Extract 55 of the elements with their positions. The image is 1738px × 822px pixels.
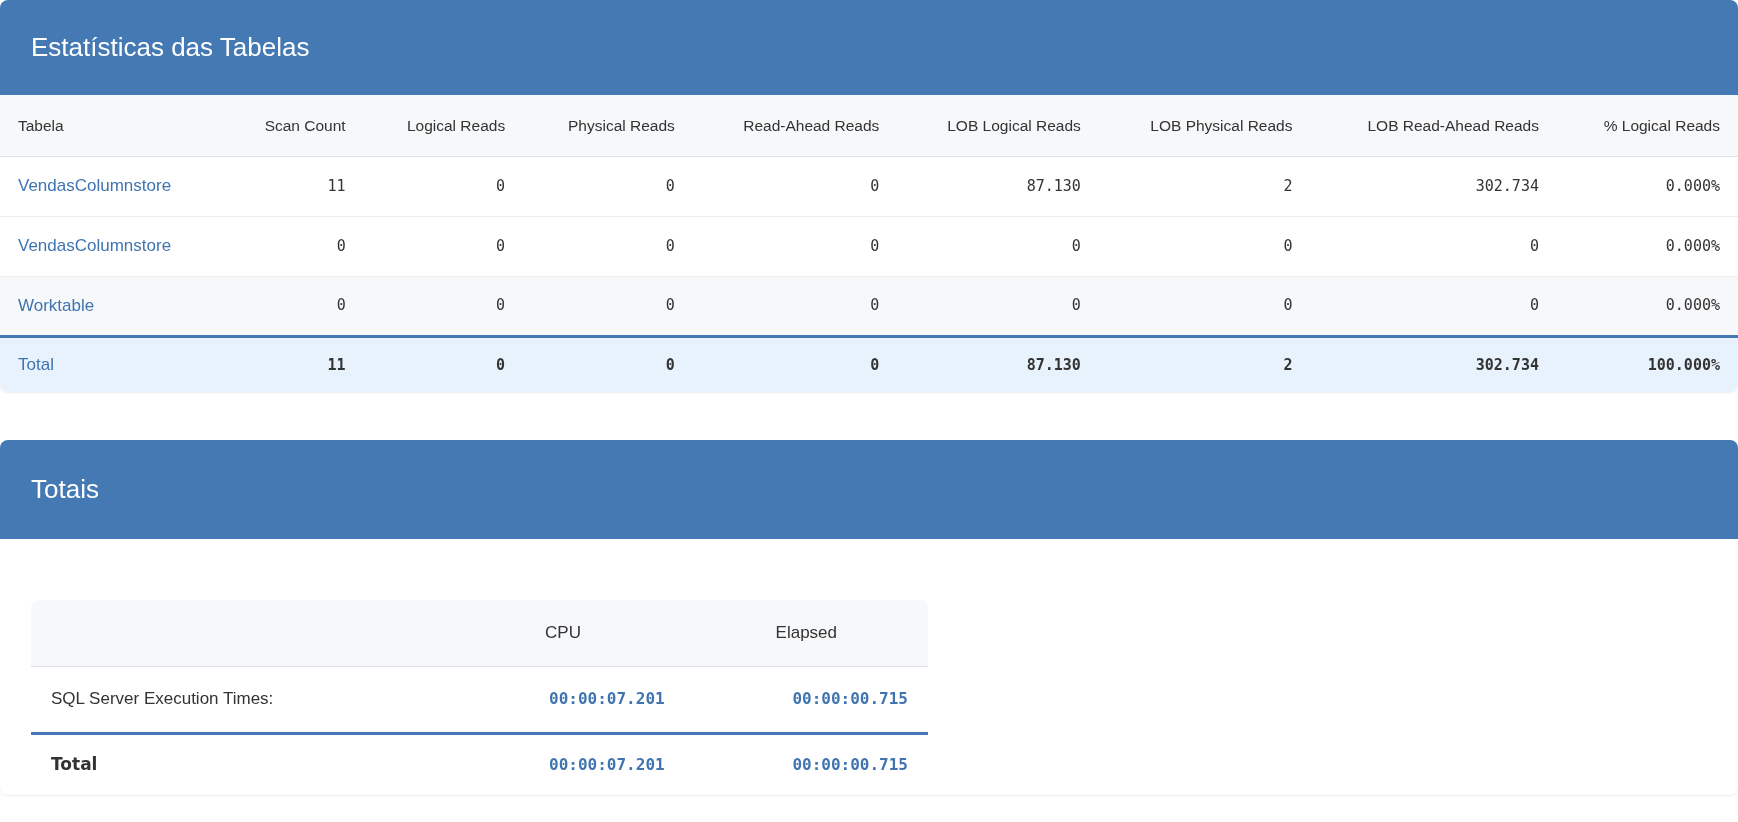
table-cell: 0 [1310, 276, 1557, 336]
table-cell: 0 [897, 276, 1099, 336]
column-header: CPU [441, 600, 685, 666]
time-value: 00:00:07.201 [441, 666, 685, 733]
table-cell: 0 [1098, 216, 1311, 276]
column-header: Physical Reads [523, 95, 693, 156]
row-label: SQL Server Execution Times: [31, 666, 442, 733]
table-cell: 0 [224, 216, 364, 276]
table-cell: 0.000% [1556, 276, 1738, 336]
column-header: Scan Count [224, 95, 364, 156]
table-link[interactable]: Worktable [18, 295, 95, 315]
table-cell: 87.130 [897, 336, 1099, 392]
column-header: LOB Physical Reads [1098, 95, 1311, 156]
table-cell: 0 [897, 216, 1099, 276]
table-cell: 0.000% [1556, 156, 1738, 216]
table-cell: 0 [692, 216, 898, 276]
table-cell: 0 [523, 216, 693, 276]
table-cell: 0 [523, 156, 693, 216]
column-header: LOB Logical Reads [897, 95, 1099, 156]
table-cell: 302.734 [1310, 156, 1557, 216]
table-cell: 0 [692, 156, 898, 216]
column-header: Read-Ahead Reads [692, 95, 898, 156]
table-cell: 0 [523, 276, 693, 336]
section-title: Estatísticas das Tabelas [0, 0, 1738, 95]
table-cell: 2 [1098, 336, 1311, 392]
table-cell: 0.000% [1556, 216, 1738, 276]
time-value: 00:00:07.201 [441, 733, 685, 795]
table-cell: 0 [224, 276, 364, 336]
column-header: Logical Reads [363, 95, 524, 156]
table-cell: 0 [363, 336, 524, 392]
table-cell: 0 [363, 216, 524, 276]
time-value: 00:00:00.715 [684, 733, 928, 795]
table-cell: 11 [224, 336, 364, 392]
table-cell: 0 [692, 276, 898, 336]
table-cell: 87.130 [897, 156, 1099, 216]
table-cell: 0 [692, 336, 898, 392]
table-cell: 302.734 [1310, 336, 1557, 392]
column-header: Elapsed [684, 600, 928, 666]
row-label: Total [31, 733, 442, 795]
table-cell: 0 [363, 276, 524, 336]
table-cell: 100.000% [1556, 336, 1738, 392]
table-cell: 11 [224, 156, 364, 216]
table-link[interactable]: VendasColumnstore [18, 176, 172, 196]
column-header: % Logical Reads [1556, 95, 1738, 156]
column-header: LOB Read-Ahead Reads [1310, 95, 1557, 156]
table-link[interactable]: VendasColumnstore [18, 236, 172, 256]
table-cell: 0 [363, 156, 524, 216]
table-cell: 0 [1098, 276, 1311, 336]
table-link[interactable]: Total [18, 355, 54, 374]
table-cell: 0 [1310, 216, 1557, 276]
section-title: Totais [0, 440, 1738, 539]
time-value: 00:00:00.715 [684, 666, 928, 733]
table-cell: 2 [1098, 156, 1311, 216]
table-cell: 0 [523, 336, 693, 392]
column-header: Tabela [0, 95, 225, 156]
